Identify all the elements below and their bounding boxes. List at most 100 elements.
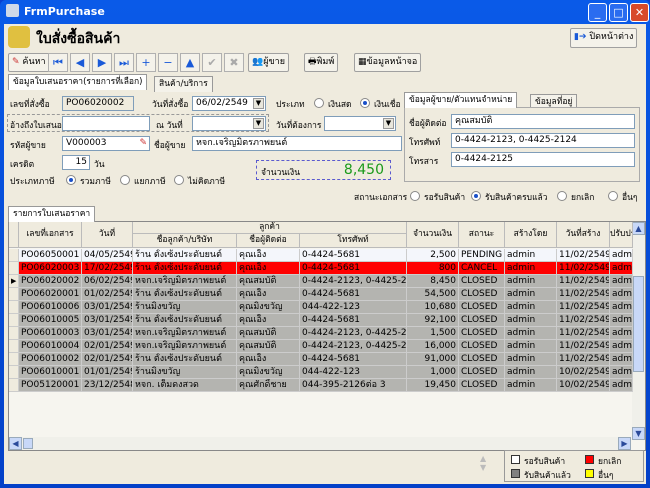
- table-cell[interactable]: หจก.เจริญมิตรภาพยนต์: [133, 327, 237, 340]
- tab-quotation-info[interactable]: ข้อมูลใบเสนอราคา(รายการที่เลือก): [8, 74, 148, 90]
- column-header[interactable]: สร้างโดย: [505, 222, 557, 248]
- status-cancel-radio[interactable]: [557, 191, 567, 201]
- table-cell[interactable]: คุณมิ่งขวัญ: [237, 366, 300, 379]
- table-cell[interactable]: ร้าน ตั้งเซ้งประดับยนต์: [133, 353, 237, 366]
- table-cell[interactable]: 044-422-123: [300, 301, 407, 314]
- table-cell[interactable]: CLOSED: [459, 379, 505, 392]
- save-button[interactable]: ✔: [202, 53, 222, 72]
- table-cell[interactable]: คุณเอ็ง: [237, 353, 300, 366]
- status-received-radio[interactable]: [471, 191, 481, 201]
- table-cell[interactable]: admin: [505, 314, 557, 327]
- po-no-field[interactable]: PO06020002: [62, 96, 134, 111]
- vendor-code-field[interactable]: V000003 ✎: [62, 136, 150, 151]
- tab-vendor-info[interactable]: ข้อมูลผู้ขาย/ตัวแทนจำหน่าย: [404, 92, 518, 108]
- delete-button[interactable]: −: [158, 53, 178, 72]
- vertical-scroll-thumb[interactable]: [633, 276, 644, 372]
- column-header[interactable]: ปรับปรุง: [610, 222, 633, 248]
- column-header[interactable]: สถานะ: [459, 222, 505, 248]
- table-cell[interactable]: 02/01/2549: [82, 353, 133, 366]
- table-cell[interactable]: ร้าน ตั้งเซ้งประดับยนต์: [133, 314, 237, 327]
- column-header[interactable]: ชื่อผู้ติดต่อ: [237, 234, 300, 248]
- table-cell[interactable]: admin: [610, 262, 633, 275]
- close-window-button[interactable]: ▮➔ ปิดหน้าต่าง: [570, 28, 638, 48]
- edit-button[interactable]: ▲: [180, 53, 200, 72]
- table-cell[interactable]: หจก.เจริญมิตรภาพยนต์: [133, 275, 237, 288]
- table-cell[interactable]: admin: [505, 366, 557, 379]
- table-cell[interactable]: admin: [505, 275, 557, 288]
- table-cell[interactable]: CLOSED: [459, 288, 505, 301]
- table-cell[interactable]: 0-4424-5681: [300, 353, 407, 366]
- table-cell[interactable]: 01/01/2549: [82, 366, 133, 379]
- scroll-down-icon[interactable]: ▼: [632, 427, 645, 440]
- table-cell[interactable]: 11/02/2549: [557, 275, 610, 288]
- table-cell[interactable]: 1,000: [407, 366, 459, 379]
- table-cell[interactable]: admin: [505, 340, 557, 353]
- table-cell[interactable]: 2,500: [407, 249, 459, 262]
- table-row[interactable]: PO06020003 17/02/2549 ร้าน ตั้งเซ้งประดับย…: [9, 262, 633, 275]
- minimize-button[interactable]: _: [588, 3, 607, 22]
- table-cell[interactable]: 11/02/2549: [557, 353, 610, 366]
- table-cell[interactable]: PO06010002: [19, 353, 82, 366]
- table-cell[interactable]: 11/02/2549: [557, 314, 610, 327]
- table-cell[interactable]: admin: [610, 275, 633, 288]
- table-cell[interactable]: 044-395-2126ต่อ 3: [300, 379, 407, 392]
- table-cell[interactable]: ร้านมิ่งขวัญ: [133, 301, 237, 314]
- next-record-button[interactable]: ▶: [92, 53, 112, 72]
- tab-quotation-list[interactable]: รายการใบเสนอราคา: [8, 206, 96, 222]
- table-cell[interactable]: CANCEL: [459, 262, 505, 275]
- maximize-button[interactable]: □: [609, 3, 628, 22]
- table-cell[interactable]: admin: [610, 366, 633, 379]
- table-cell[interactable]: admin: [610, 249, 633, 262]
- tab-products[interactable]: สินค้า/บริการ: [154, 76, 213, 92]
- table-cell[interactable]: ร้าน ตั้งเซ้งประดับยนต์: [133, 288, 237, 301]
- table-cell[interactable]: admin: [505, 301, 557, 314]
- table-cell[interactable]: admin: [505, 262, 557, 275]
- table-row[interactable]: PO06010006 03/01/2549 ร้านมิ่งขวัญ คุณมิ่งข…: [9, 301, 633, 314]
- table-cell[interactable]: PO06010004: [19, 340, 82, 353]
- table-cell[interactable]: PO06010006: [19, 301, 82, 314]
- table-cell[interactable]: PO06020003: [19, 262, 82, 275]
- table-cell[interactable]: คุณเอ็ง: [237, 262, 300, 275]
- table-cell[interactable]: 92,100: [407, 314, 459, 327]
- column-header[interactable]: ชื่อลูกค้า/บริษัท: [133, 234, 237, 248]
- column-header[interactable]: วันที่สร้าง: [557, 222, 610, 248]
- chevron-down-icon[interactable]: ▼: [383, 118, 394, 129]
- cancel-button[interactable]: ✖: [224, 53, 244, 72]
- order-date-field[interactable]: 06/02/2549 ▼: [192, 96, 266, 111]
- table-row[interactable]: ▶ PO06020002 06/02/2549 หจก.เจริญมิตรภาพยนต…: [9, 275, 633, 288]
- close-button[interactable]: ✕: [630, 3, 649, 22]
- table-cell[interactable]: admin: [610, 353, 633, 366]
- table-cell[interactable]: 01/02/2549: [82, 288, 133, 301]
- contact-field[interactable]: คุณสมบัติ: [451, 114, 635, 129]
- table-cell[interactable]: คุณเอ็ง: [237, 249, 300, 262]
- table-cell[interactable]: ร้าน ตั้งเซ้งประดับยนต์: [133, 262, 237, 275]
- table-cell[interactable]: PO06010003: [19, 327, 82, 340]
- table-cell[interactable]: 11/02/2549: [557, 301, 610, 314]
- table-cell[interactable]: 0-4424-2123, 0-4425-2124: [300, 340, 407, 353]
- table-cell[interactable]: คุณสมบัติ: [237, 327, 300, 340]
- table-cell[interactable]: 17/02/2549: [82, 262, 133, 275]
- table-row[interactable]: PO06050001 04/05/2549 ร้าน ตั้งเซ้งประดับย…: [9, 249, 633, 262]
- column-header[interactable]: จำนวนเงิน: [407, 222, 459, 248]
- table-cell[interactable]: หจก.เจริญมิตรภาพยนต์: [133, 340, 237, 353]
- table-cell[interactable]: 04/05/2549: [82, 249, 133, 262]
- table-cell[interactable]: 0-4424-5681: [300, 262, 407, 275]
- table-cell[interactable]: 8,450: [407, 275, 459, 288]
- column-header[interactable]: วันที่: [82, 222, 133, 248]
- table-cell[interactable]: 23/12/2548: [82, 379, 133, 392]
- status-other-radio[interactable]: [608, 191, 618, 201]
- table-cell[interactable]: PO06010001: [19, 366, 82, 379]
- column-header[interactable]: โทรศัพท์: [300, 234, 407, 248]
- scroll-right-icon[interactable]: ▶: [618, 437, 631, 450]
- screen-info-button[interactable]: ▦ข้อมูลหน้าจอ: [354, 53, 422, 72]
- table-cell[interactable]: 03/01/2549: [82, 301, 133, 314]
- table-cell[interactable]: คุณมิ่งขวัญ: [237, 301, 300, 314]
- last-record-button[interactable]: ⏭: [114, 53, 134, 72]
- table-cell[interactable]: CLOSED: [459, 275, 505, 288]
- type-cash-radio[interactable]: [314, 98, 324, 108]
- add-button[interactable]: +: [136, 53, 156, 72]
- table-cell[interactable]: คุณเอ็ง: [237, 314, 300, 327]
- scroll-left-icon[interactable]: ◀: [9, 437, 22, 450]
- chevron-down-icon[interactable]: ▼: [253, 118, 264, 129]
- table-cell[interactable]: 0-4424-5681: [300, 288, 407, 301]
